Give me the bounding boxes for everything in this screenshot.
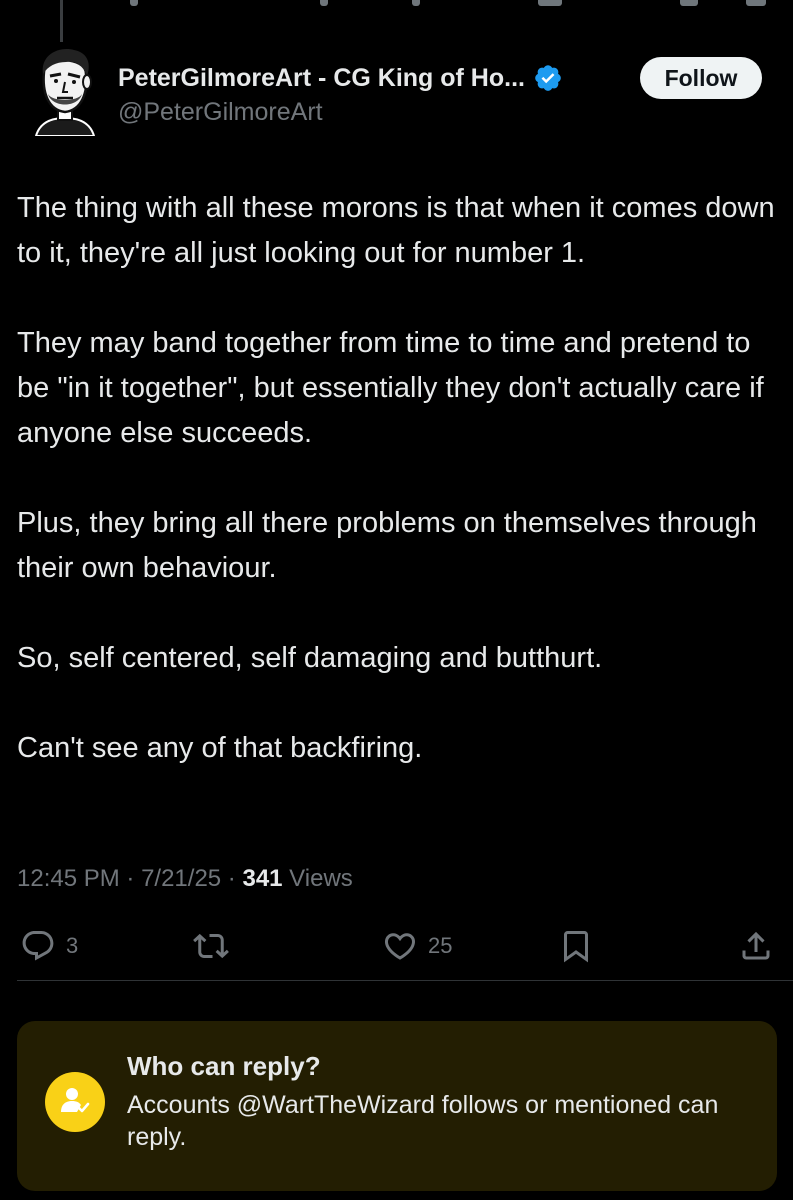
reply-count: 3	[66, 933, 79, 958]
meta-separator: ·	[221, 865, 243, 892]
divider	[17, 980, 793, 981]
views-label: Views	[282, 865, 353, 892]
like-count: 25	[428, 933, 453, 958]
bookmark-button[interactable]	[558, 928, 594, 964]
avatar[interactable]	[30, 44, 100, 137]
author-display-name[interactable]: PeterGilmoreArt - CG King of Ho...	[118, 64, 525, 93]
tweet-action-bar: 3 25	[0, 922, 793, 972]
share-button[interactable]	[738, 928, 774, 964]
previous-tweet-action-icon	[130, 0, 138, 6]
thread-connector-line	[60, 0, 63, 42]
tweet-paragraph: So, self centered, self damaging and but…	[17, 642, 603, 674]
tweet-text: The thing with all these morons is that …	[17, 186, 777, 816]
reply-restriction-text: Accounts @WartTheWizard follows or menti…	[127, 1091, 719, 1151]
reply-restriction-badge	[45, 1072, 105, 1132]
previous-tweet-views-icon	[538, 0, 562, 6]
heart-icon	[384, 933, 416, 960]
meta-separator: ·	[119, 865, 142, 892]
tweet-paragraph: The thing with all these morons is that …	[17, 192, 775, 269]
tweet-paragraph: Can't see any of that backfiring.	[17, 732, 423, 764]
bookmark-icon	[564, 931, 588, 963]
previous-tweet-share-icon	[746, 0, 766, 6]
previous-tweet-action-icon	[412, 0, 420, 6]
share-icon	[742, 931, 770, 960]
reply-restriction-card: Who can reply? Accounts @WartTheWizard f…	[17, 1021, 777, 1191]
reply-restriction-title: Who can reply?	[127, 1051, 321, 1081]
follow-button[interactable]: Follow	[640, 57, 762, 99]
author-handle[interactable]: @PeterGilmoreArt	[118, 98, 638, 127]
reply-button[interactable]: 3	[20, 928, 78, 964]
cartoon-avatar	[34, 49, 96, 137]
tweet-paragraph: They may band together from time to time…	[17, 327, 764, 449]
tweet-paragraph: Plus, they bring all there problems on t…	[17, 507, 757, 584]
retweet-icon	[193, 933, 229, 959]
tweet-date[interactable]: 7/21/25	[141, 865, 221, 892]
user-check-icon	[61, 1088, 90, 1113]
tweet-time[interactable]: 12:45 PM	[17, 865, 120, 892]
retweet-button[interactable]	[193, 928, 229, 964]
previous-tweet-action-icon	[320, 0, 328, 6]
views-count: 341	[242, 865, 283, 892]
reply-icon	[22, 931, 54, 961]
tweet-author: PeterGilmoreArt - CG King of Ho... @Pete…	[118, 58, 638, 127]
tweet-meta: 12:45 PM · 7/21/25 · 341 Views	[17, 865, 353, 893]
like-button[interactable]: 25	[382, 928, 452, 964]
verified-badge-icon	[535, 65, 561, 91]
previous-tweet-bookmark-icon	[680, 0, 698, 6]
